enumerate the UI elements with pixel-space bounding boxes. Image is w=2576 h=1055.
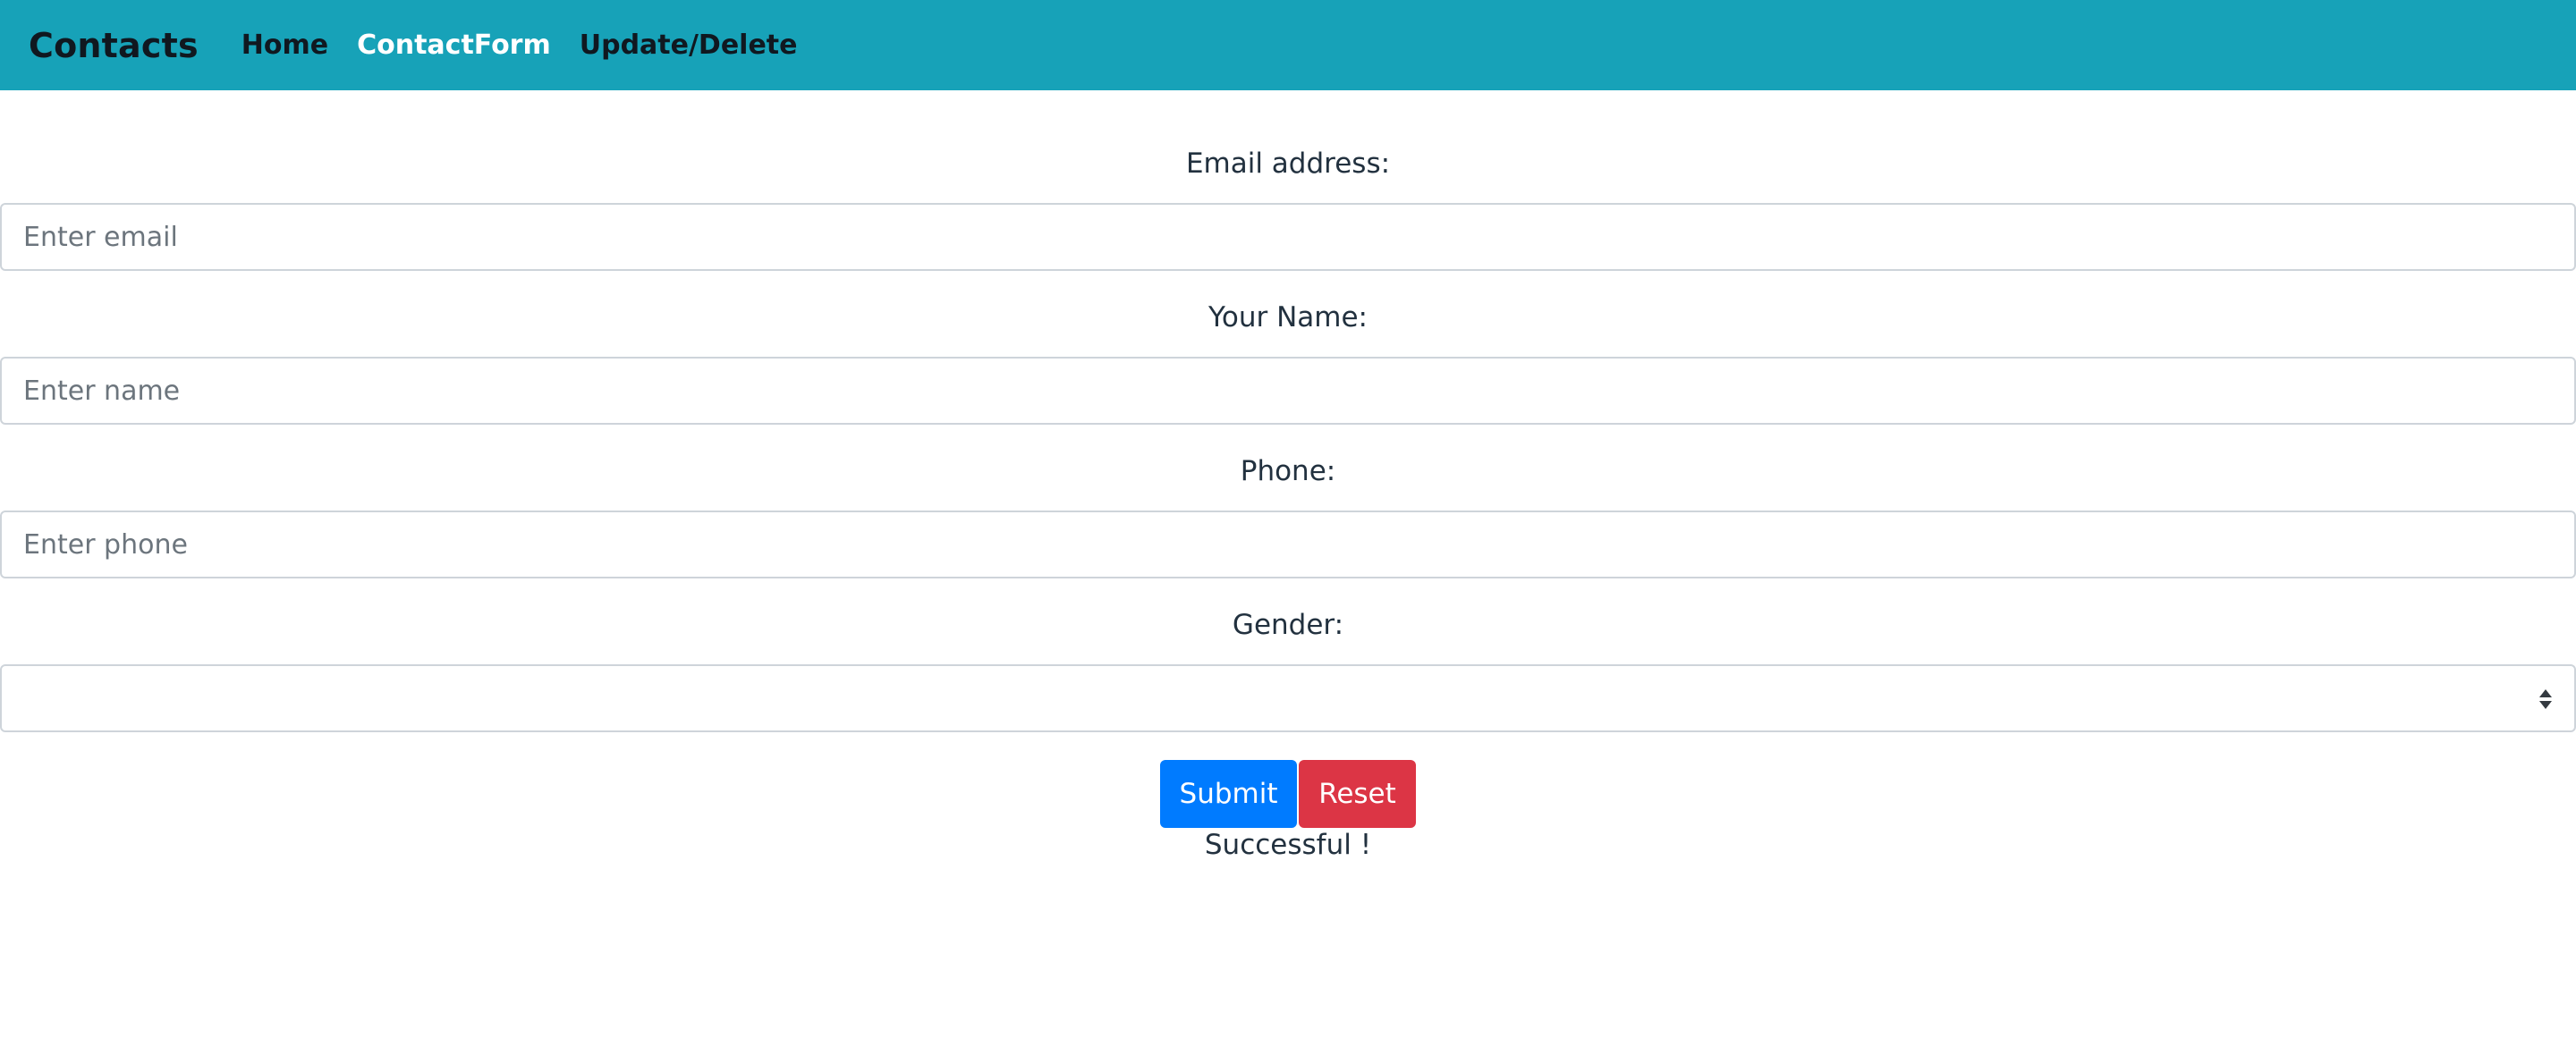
phone-input[interactable] [0, 511, 2576, 578]
top-navbar: Contacts Home ContactForm Update/Delete [0, 0, 2576, 90]
status-message: Successful ! [1204, 829, 1372, 861]
phone-label: Phone: [1240, 455, 1336, 487]
name-label: Your Name: [1208, 301, 1368, 333]
submit-button[interactable]: Submit [1160, 760, 1297, 828]
navbar-brand[interactable]: Contacts [29, 26, 199, 65]
sort-arrows-icon [2539, 689, 2552, 709]
gender-select[interactable] [0, 664, 2576, 732]
email-label: Email address: [1185, 148, 1391, 180]
nav-link-update-delete[interactable]: Update/Delete [580, 30, 798, 61]
gender-label: Gender: [1232, 609, 1344, 641]
reset-button[interactable]: Reset [1299, 760, 1416, 828]
name-input[interactable] [0, 357, 2576, 425]
email-input[interactable] [0, 203, 2576, 271]
nav-link-contactform[interactable]: ContactForm [357, 30, 551, 61]
nav-link-home[interactable]: Home [242, 30, 328, 61]
